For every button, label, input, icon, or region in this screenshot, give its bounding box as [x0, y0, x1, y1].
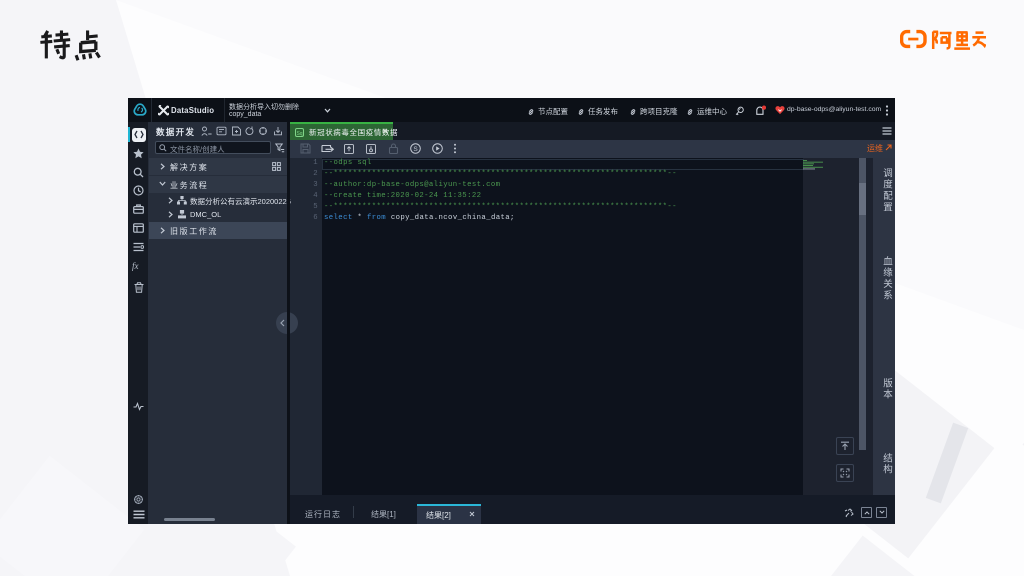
svg-text:Sq: Sq	[296, 130, 302, 136]
svg-text:S: S	[413, 146, 418, 153]
